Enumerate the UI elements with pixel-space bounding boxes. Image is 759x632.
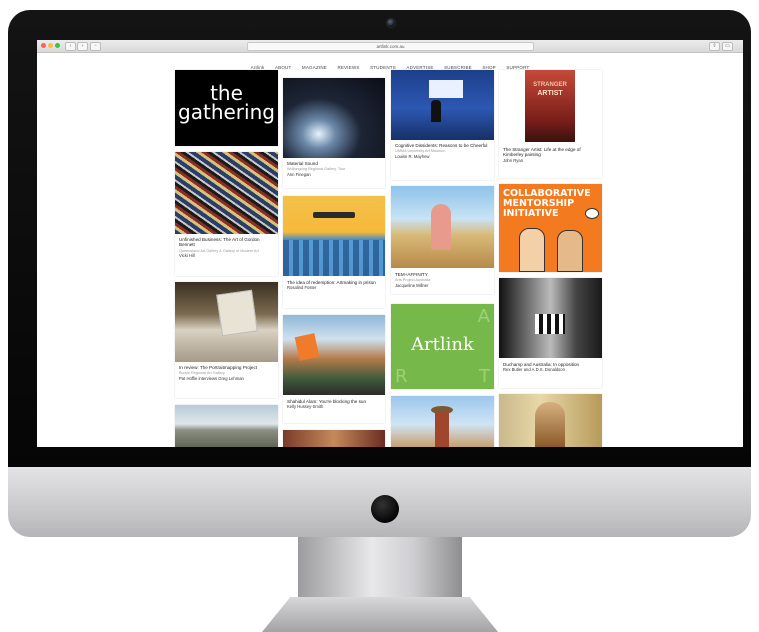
person-silhouette: [431, 100, 441, 122]
share-button[interactable]: ⇧: [709, 42, 720, 51]
card-image: [283, 78, 385, 158]
card-title: In review: The Portraitmapping Project: [179, 365, 258, 370]
figure-shape: [535, 402, 565, 447]
sidebar-icon: ▫: [94, 43, 97, 49]
card-image: [175, 282, 278, 362]
tabs-button[interactable]: ▭: [722, 42, 733, 51]
url-text: artlink.com.au: [376, 44, 405, 49]
imac-stand-foot: [262, 597, 498, 632]
imac-stand-neck: [298, 537, 462, 597]
card-portrait-hat[interactable]: [391, 396, 494, 447]
card-title: The Stranger Artist: Life at the edge of…: [503, 147, 581, 158]
apple-logo-icon: [371, 495, 399, 523]
chevron-left-icon: ‹: [69, 43, 72, 49]
card-author: Rex Butler and A.D.S. Donaldson: [503, 367, 565, 373]
card-unfinished-business[interactable]: Unfinished Business: The Art of Gordon B…: [175, 152, 278, 276]
card-author: Louise R. Mayhew: [395, 154, 430, 159]
share-icon: ⇧: [712, 43, 717, 49]
browser-titlebar: ‹ › ▫ artlink.com.au ⇧ ▭: [37, 40, 743, 53]
projection-screen: [429, 80, 463, 98]
ad-letter-r: R: [395, 366, 408, 387]
card-author: John Ryan: [503, 157, 524, 163]
card-author: Rosalind Foster: [287, 285, 317, 291]
card-shahidul-alam[interactable]: Shahidul Alam: You're blocking the sun K…: [283, 315, 385, 423]
figure-shape: [431, 204, 451, 250]
card-image: [391, 396, 494, 447]
chevron-right-icon: ›: [81, 43, 84, 49]
card-cognitive-dissidents[interactable]: Cognitive Dissidents: Reasons to be Chee…: [391, 70, 494, 180]
card-image: [499, 394, 602, 447]
card-collaborative-mentorship[interactable]: COLLABORATIVE MENTORSHIP INITIATIVE: [499, 184, 602, 272]
close-window-button[interactable]: [41, 43, 46, 48]
card-image: [283, 430, 385, 447]
protest-sign: [294, 333, 320, 361]
back-button[interactable]: ‹: [65, 42, 76, 51]
illustration-seats: [283, 240, 385, 276]
card-title: Unfinished Business: The Art of Gordon B…: [179, 237, 260, 248]
address-bar[interactable]: artlink.com.au: [247, 42, 534, 51]
speech-bubble: [585, 208, 599, 219]
card-author: Vicki Hill: [179, 253, 195, 259]
nav-magazine[interactable]: MAGAZINE: [302, 63, 327, 73]
book-cover: STRANGER ARTIST: [525, 70, 575, 142]
card-title: Material Sound: [287, 161, 318, 166]
card-material-sound[interactable]: Material Sound Wollongong Regional Galle…: [283, 78, 385, 188]
card-portrait-frame[interactable]: [499, 394, 602, 447]
drawing-paper: [216, 289, 258, 337]
mentorship-banner: COLLABORATIVE MENTORSHIP INITIATIVE: [503, 188, 591, 219]
chessboard-shape: [535, 314, 565, 334]
card-artlink-ad[interactable]: A Artlink R T: [391, 304, 494, 389]
card-title: TEM+AFFINITY: [395, 272, 428, 277]
gathering-logo-line2: gathering: [178, 100, 275, 124]
book-cover-line1: STRANGER: [533, 82, 567, 88]
card-author: Jacqueline Millner: [395, 283, 429, 288]
card-image: [283, 315, 385, 395]
sidebar-button[interactable]: ▫: [90, 42, 101, 51]
minimize-window-button[interactable]: [48, 43, 53, 48]
cartoon-figure-right: [557, 230, 583, 272]
card-author: Ann Finegan: [287, 172, 311, 177]
book-cover-line2: ARTIST: [537, 90, 563, 97]
forward-button[interactable]: ›: [77, 42, 88, 51]
illustration-shape: [313, 212, 355, 218]
card-portraitmapping[interactable]: In review: The Portraitmapping Project B…: [175, 282, 278, 398]
zoom-window-button[interactable]: [55, 43, 60, 48]
card-stranger-artist[interactable]: STRANGER ARTIST The Stranger Artist: Lif…: [499, 70, 602, 178]
artlink-ad-word: Artlink: [411, 334, 474, 355]
card-image: [175, 152, 278, 234]
card-landscape[interactable]: [175, 405, 278, 447]
imac-display: ‹ › ▫ artlink.com.au ⇧ ▭ Artlink ABOUT M…: [0, 0, 759, 632]
card-title: Cognitive Dissidents: Reasons to be Chee…: [395, 143, 488, 148]
site-navigation: Artlink ABOUT MAGAZINE REVIEWS STUDENTS …: [37, 56, 743, 70]
figure-shape: [435, 412, 449, 447]
card-image: [283, 196, 385, 276]
card-partial[interactable]: [283, 430, 385, 447]
card-image: [391, 186, 494, 268]
card-image: [175, 405, 278, 447]
card-image: [391, 70, 494, 140]
card-duchamp-australia[interactable]: Duchamp and Australia: In opposition Rex…: [499, 278, 602, 388]
card-the-gathering[interactable]: the gathering: [175, 70, 278, 146]
nav-reviews[interactable]: REVIEWS: [337, 63, 359, 73]
camera: [386, 18, 396, 28]
card-image: [499, 278, 602, 358]
tabs-icon: ▭: [725, 43, 730, 49]
card-author: Pat Hoffie interviews Greg Lehman: [179, 376, 244, 381]
cartoon-figure-left: [519, 228, 545, 272]
browser-window: ‹ › ▫ artlink.com.au ⇧ ▭ Artlink ABOUT M…: [37, 40, 743, 447]
card-author: Kelly Hussey-Smith: [287, 404, 324, 410]
ad-letter-a: A: [477, 306, 490, 327]
ad-letter-t: T: [479, 366, 490, 387]
card-tem-affinity[interactable]: TEM+AFFINITY Arts Project Australia Jacq…: [391, 186, 494, 294]
card-artmaking-in-prison[interactable]: The idea of redemption: Artmaking in pri…: [283, 196, 385, 308]
